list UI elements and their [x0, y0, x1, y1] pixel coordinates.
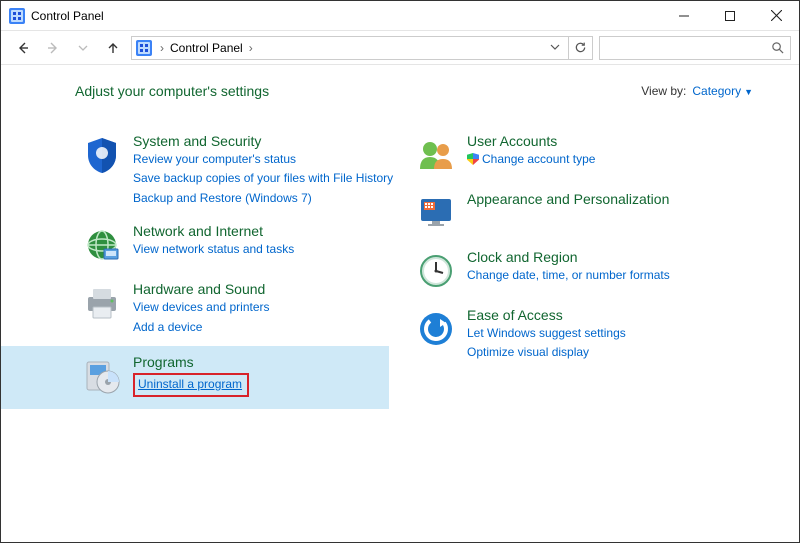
- up-button[interactable]: [101, 36, 125, 60]
- search-icon: [771, 41, 784, 54]
- link-file-history[interactable]: Save backup copies of your files with Fi…: [133, 170, 393, 187]
- refresh-button[interactable]: [569, 36, 593, 60]
- link-uninstall-program[interactable]: Uninstall a program: [138, 377, 242, 391]
- clock-icon: [415, 249, 457, 291]
- viewby-dropdown[interactable]: Category▼: [692, 84, 753, 98]
- right-column: User Accounts Change account type Appear…: [409, 127, 709, 409]
- content-area: Adjust your computer's settings View by:…: [1, 65, 799, 409]
- window-title: Control Panel: [31, 9, 104, 23]
- close-button[interactable]: [753, 1, 799, 31]
- link-change-account-type[interactable]: Change account type: [467, 151, 595, 168]
- printer-icon: [81, 281, 123, 323]
- category-title[interactable]: User Accounts: [467, 133, 595, 149]
- control-panel-icon: [9, 8, 25, 24]
- category-network: Network and Internet View network status…: [75, 217, 395, 275]
- category-title[interactable]: Ease of Access: [467, 307, 626, 323]
- page-heading: Adjust your computer's settings: [75, 83, 269, 99]
- link-date-time-formats[interactable]: Change date, time, or number formats: [467, 267, 670, 284]
- network-globe-icon: [81, 223, 123, 265]
- category-system-security: System and Security Review your computer…: [75, 127, 395, 217]
- minimize-button[interactable]: [661, 1, 707, 31]
- search-input[interactable]: [599, 36, 791, 60]
- category-programs: Programs Uninstall a program: [1, 346, 389, 409]
- link-network-status[interactable]: View network status and tasks: [133, 241, 294, 258]
- user-accounts-icon: [415, 133, 457, 175]
- address-control-panel-icon: [136, 40, 152, 56]
- left-column: System and Security Review your computer…: [75, 127, 395, 409]
- annotation-highlight-box: Uninstall a program: [133, 373, 249, 397]
- link-backup-restore[interactable]: Backup and Restore (Windows 7): [133, 190, 393, 207]
- ease-of-access-icon: [415, 307, 457, 349]
- category-title[interactable]: Appearance and Personalization: [467, 191, 669, 207]
- category-title[interactable]: Programs: [133, 354, 249, 370]
- address-bar[interactable]: › Control Panel ›: [131, 36, 569, 60]
- appearance-monitor-icon: [415, 191, 457, 233]
- titlebar: Control Panel: [1, 1, 799, 31]
- link-suggest-settings[interactable]: Let Windows suggest settings: [467, 325, 626, 342]
- link-optimize-display[interactable]: Optimize visual display: [467, 344, 626, 361]
- link-devices-printers[interactable]: View devices and printers: [133, 299, 270, 316]
- recent-locations-button[interactable]: [71, 36, 95, 60]
- category-appearance: Appearance and Personalization: [409, 185, 709, 243]
- category-title[interactable]: System and Security: [133, 133, 393, 149]
- category-hardware: Hardware and Sound View devices and prin…: [75, 275, 395, 346]
- breadcrumb-separator[interactable]: ›: [156, 41, 168, 55]
- viewby-label: View by:: [641, 84, 686, 98]
- shield-icon: [81, 133, 123, 175]
- category-clock-region: Clock and Region Change date, time, or n…: [409, 243, 709, 301]
- breadcrumb-root[interactable]: Control Panel: [170, 41, 243, 55]
- link-review-status[interactable]: Review your computer's status: [133, 151, 393, 168]
- breadcrumb-separator[interactable]: ›: [245, 41, 257, 55]
- navbar: › Control Panel ›: [1, 31, 799, 65]
- category-ease-of-access: Ease of Access Let Windows suggest setti…: [409, 301, 709, 372]
- maximize-button[interactable]: [707, 1, 753, 31]
- category-title[interactable]: Hardware and Sound: [133, 281, 270, 297]
- category-title[interactable]: Network and Internet: [133, 223, 294, 239]
- forward-button[interactable]: [41, 36, 65, 60]
- address-dropdown-icon[interactable]: [546, 41, 564, 55]
- link-add-device[interactable]: Add a device: [133, 319, 270, 336]
- back-button[interactable]: [11, 36, 35, 60]
- disc-box-icon: [81, 354, 123, 396]
- category-user-accounts: User Accounts Change account type: [409, 127, 709, 185]
- category-title[interactable]: Clock and Region: [467, 249, 670, 265]
